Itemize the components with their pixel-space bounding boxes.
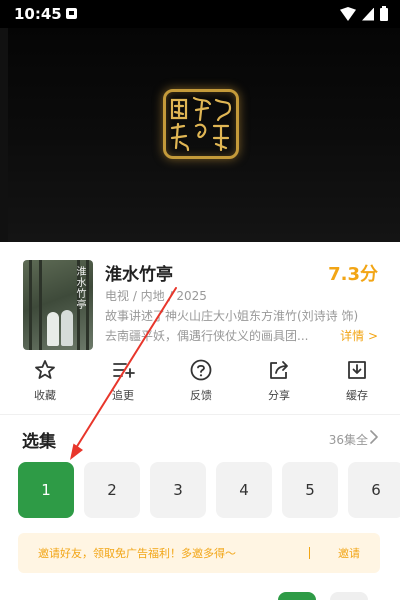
bottom-green-button[interactable] <box>278 592 316 600</box>
cache-label: 缓存 <box>346 389 368 402</box>
divider <box>0 414 400 415</box>
status-time: 10:45 <box>14 5 62 23</box>
battery-icon <box>380 5 388 21</box>
signal-icon <box>362 7 374 21</box>
invite-text: 邀请好友，领取免广告福利！多邀多得～ <box>38 547 236 560</box>
feedback-button[interactable]: 反馈 <box>176 358 226 408</box>
status-icons <box>340 5 388 21</box>
action-bar: 收藏 追更 反馈 分享 缓存 <box>20 358 382 408</box>
invite-banner[interactable]: 邀请好友，领取免广告福利！多邀多得～ 邀请 <box>18 533 380 573</box>
details-link[interactable]: 详情 > <box>340 327 378 344</box>
episodes-title: 选集 <box>22 432 56 452</box>
question-icon <box>190 359 212 381</box>
follow-updates-label: 追更 <box>112 389 134 402</box>
share-label: 分享 <box>268 389 290 402</box>
movie-title: 淮水竹亭 <box>105 265 173 285</box>
invite-button[interactable]: 邀请 <box>338 545 360 561</box>
download-icon <box>348 361 366 379</box>
feedback-label: 反馈 <box>190 389 212 402</box>
status-bar: 10:45 <box>0 0 400 28</box>
movie-meta: 电视 / 内地 / 2025 <box>105 289 207 303</box>
poster-image[interactable]: 淮水竹亭 <box>23 260 93 350</box>
logo-seal-icon <box>163 89 239 159</box>
cache-button[interactable]: 缓存 <box>332 358 382 408</box>
poster-title: 淮水竹亭 <box>74 266 85 310</box>
favorite-button[interactable]: 收藏 <box>20 358 70 408</box>
episode-button-4[interactable]: 4 <box>216 462 272 518</box>
description-line-2: 去南疆平妖，偶遇行侠仗义的画具团... <box>105 329 309 343</box>
invite-separator <box>309 547 310 559</box>
share-button[interactable]: 分享 <box>254 358 304 408</box>
episode-button-1[interactable]: 1 <box>18 462 74 518</box>
share-icon <box>270 361 288 379</box>
video-edge <box>0 28 8 242</box>
description-line-1: 故事讲述了神火山庄大小姐东方淮竹(刘诗诗 饰) <box>105 309 359 323</box>
movie-score: 7.3分 <box>328 264 378 285</box>
episode-button-3[interactable]: 3 <box>150 462 206 518</box>
episodes-count[interactable]: 36集全 <box>329 431 368 448</box>
bottom-gray-button[interactable] <box>330 592 368 600</box>
wifi-icon <box>340 7 356 21</box>
episode-list: 1 2 3 4 5 6 <box>18 462 400 518</box>
episode-button-2[interactable]: 2 <box>84 462 140 518</box>
episode-button-5[interactable]: 5 <box>282 462 338 518</box>
favorite-label: 收藏 <box>34 389 56 402</box>
notification-icon <box>66 8 77 19</box>
episode-button-6[interactable]: 6 <box>348 462 400 518</box>
star-icon <box>35 360 55 379</box>
follow-updates-button[interactable]: 追更 <box>98 358 148 408</box>
chevron-right-icon[interactable] <box>368 430 380 444</box>
add-list-icon <box>113 363 135 378</box>
